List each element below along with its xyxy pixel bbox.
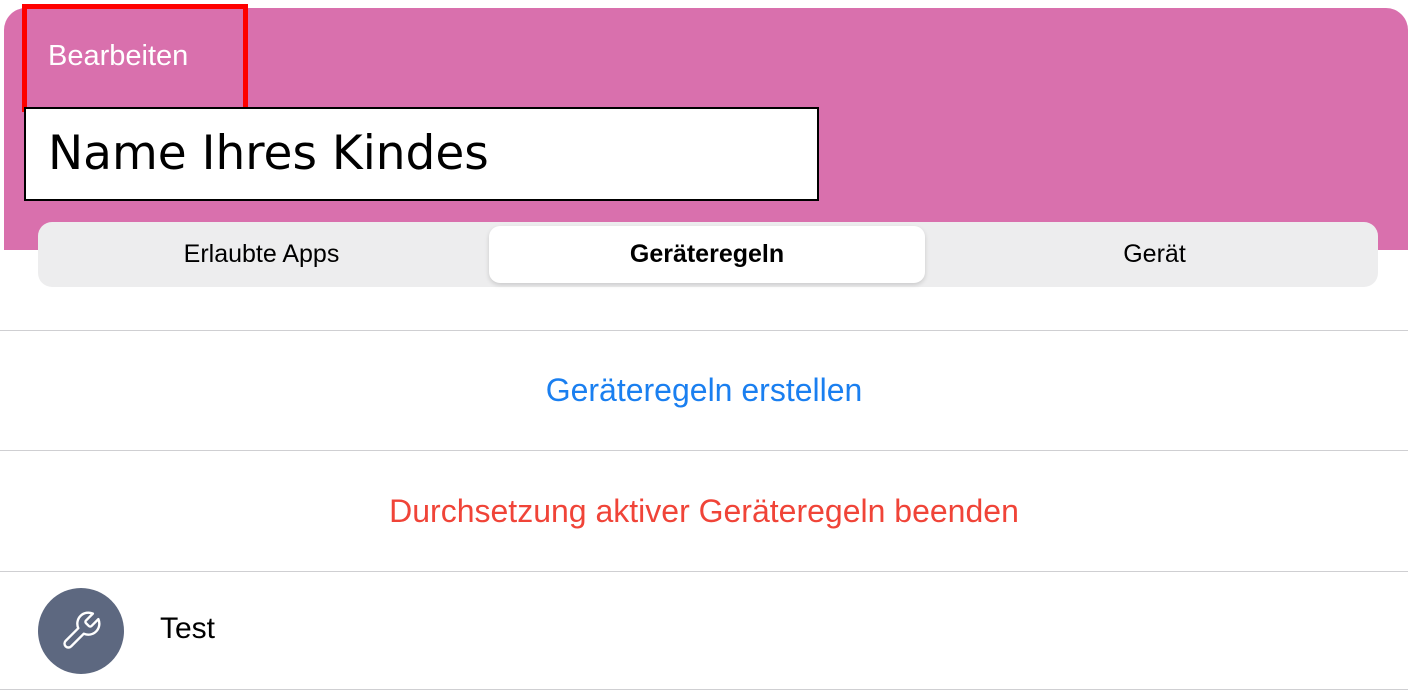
divider <box>0 330 1408 331</box>
tab-allowed-apps[interactable]: Erlaubte Apps <box>38 226 485 283</box>
child-name-box: Name Ihres Kindes <box>24 107 819 201</box>
child-name-label: Name Ihres Kindes <box>48 126 489 181</box>
rule-list-item[interactable]: Test <box>0 571 1408 689</box>
divider <box>0 450 1408 451</box>
wrench-icon <box>63 611 101 649</box>
tab-device[interactable]: Gerät <box>931 226 1378 283</box>
rule-label: Test <box>160 612 216 645</box>
edit-button[interactable]: Bearbeiten <box>48 38 188 74</box>
rule-avatar <box>38 588 124 674</box>
segmented-control: Erlaubte Apps Geräteregeln Gerät <box>38 222 1378 287</box>
create-device-rules-button[interactable]: Geräteregeln erstellen <box>0 370 1408 410</box>
stop-enforcement-button[interactable]: Durchsetzung aktiver Geräteregeln beende… <box>0 491 1408 531</box>
header: Bearbeiten Name Ihres Kindes <box>0 0 1408 250</box>
tab-device-rules[interactable]: Geräteregeln <box>489 226 925 283</box>
divider <box>0 689 1408 690</box>
